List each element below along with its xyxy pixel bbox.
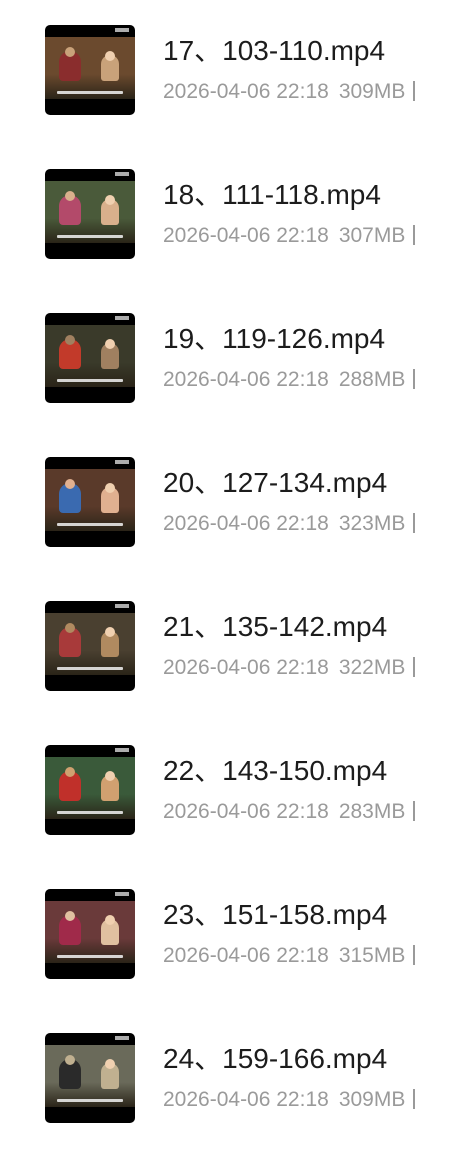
file-date: 2026-04-06 22:18 (163, 944, 329, 967)
thumbnail-subtitle (57, 523, 123, 526)
thumbnail-scene (45, 757, 135, 819)
file-meta: 2026-04-06 22:18 283MB (163, 799, 416, 825)
thumbnail-face (105, 339, 115, 349)
meta-separator (413, 1089, 416, 1109)
file-size: 309MB (338, 1088, 406, 1111)
file-meta: 2026-04-06 22:18 323MB (163, 511, 416, 537)
thumbnail-scene (45, 613, 135, 675)
thumbnail-face (105, 771, 115, 781)
thumbnail-logo (115, 172, 129, 176)
thumbnail-face (105, 51, 115, 61)
video-thumbnail[interactable] (45, 457, 135, 547)
file-date: 2026-04-06 22:18 (163, 656, 329, 679)
meta-separator (413, 81, 416, 101)
file-size: 307MB (338, 224, 406, 247)
file-row[interactable]: 19、119-126.mp4 2026-04-06 22:18 288MB (0, 288, 471, 432)
thumbnail-face (65, 1055, 75, 1065)
meta-separator (413, 945, 416, 965)
file-meta: 2026-04-06 22:18 309MB (163, 1087, 416, 1113)
video-thumbnail[interactable] (45, 313, 135, 403)
file-name[interactable]: 24、159-166.mp4 (163, 1042, 387, 1076)
thumbnail-logo (115, 748, 129, 752)
thumbnail-subtitle (57, 955, 123, 958)
file-meta: 2026-04-06 22:18 307MB (163, 223, 416, 249)
file-row[interactable]: 24、159-166.mp4 2026-04-06 22:18 309MB (0, 1008, 471, 1152)
thumbnail-logo (115, 604, 129, 608)
file-name[interactable]: 23、151-158.mp4 (163, 898, 387, 932)
thumbnail-scene (45, 37, 135, 99)
file-row[interactable]: 20、127-134.mp4 2026-04-06 22:18 323MB (0, 432, 471, 576)
thumbnail-subtitle (57, 235, 123, 238)
file-row[interactable]: 22、143-150.mp4 2026-04-06 22:18 283MB (0, 720, 471, 864)
file-date: 2026-04-06 22:18 (163, 1088, 329, 1111)
thumbnail-subtitle (57, 811, 123, 814)
thumbnail-scene (45, 181, 135, 243)
thumbnail-face (105, 1059, 115, 1069)
thumbnail-face (65, 623, 75, 633)
thumbnail-face (65, 335, 75, 345)
thumbnail-scene (45, 469, 135, 531)
file-name[interactable]: 19、119-126.mp4 (163, 322, 385, 356)
thumbnail-subtitle (57, 379, 123, 382)
thumbnail-scene (45, 1045, 135, 1107)
thumbnail-scene (45, 325, 135, 387)
file-size: 283MB (338, 800, 406, 823)
file-date: 2026-04-06 22:18 (163, 512, 329, 535)
thumbnail-face (65, 479, 75, 489)
file-name[interactable]: 21、135-142.mp4 (163, 610, 387, 644)
thumbnail-face (65, 911, 75, 921)
file-meta: 2026-04-06 22:18 315MB (163, 943, 416, 969)
file-meta: 2026-04-06 22:18 288MB (163, 367, 416, 393)
file-name[interactable]: 22、143-150.mp4 (163, 754, 387, 788)
meta-separator (413, 801, 416, 821)
file-meta: 2026-04-06 22:18 309MB (163, 79, 416, 105)
thumbnail-logo (115, 316, 129, 320)
thumbnail-logo (115, 1036, 129, 1040)
file-size: 288MB (338, 368, 406, 391)
file-size: 323MB (338, 512, 406, 535)
thumbnail-face (105, 627, 115, 637)
file-name[interactable]: 17、103-110.mp4 (163, 34, 385, 68)
file-size: 322MB (338, 656, 406, 679)
thumbnail-face (105, 915, 115, 925)
video-thumbnail[interactable] (45, 169, 135, 259)
file-date: 2026-04-06 22:18 (163, 80, 329, 103)
file-row[interactable]: 21、135-142.mp4 2026-04-06 22:18 322MB (0, 576, 471, 720)
file-row[interactable]: 17、103-110.mp4 2026-04-06 22:18 309MB (0, 0, 471, 144)
thumbnail-logo (115, 28, 129, 32)
thumbnail-face (105, 195, 115, 205)
thumbnail-subtitle (57, 1099, 123, 1102)
file-row[interactable]: 23、151-158.mp4 2026-04-06 22:18 315MB (0, 864, 471, 1008)
file-name[interactable]: 18、111-118.mp4 (163, 178, 381, 212)
thumbnail-logo (115, 892, 129, 896)
file-date: 2026-04-06 22:18 (163, 224, 329, 247)
video-thumbnail[interactable] (45, 889, 135, 979)
video-thumbnail[interactable] (45, 601, 135, 691)
thumbnail-face (65, 47, 75, 57)
file-size: 315MB (338, 944, 406, 967)
meta-separator (413, 657, 416, 677)
thumbnail-subtitle (57, 91, 123, 94)
thumbnail-scene (45, 901, 135, 963)
file-date: 2026-04-06 22:18 (163, 368, 329, 391)
video-thumbnail[interactable] (45, 25, 135, 115)
thumbnail-subtitle (57, 667, 123, 670)
meta-separator (413, 513, 416, 533)
file-size: 309MB (338, 80, 406, 103)
file-list: 17、103-110.mp4 2026-04-06 22:18 309MB 18、… (0, 0, 471, 1125)
file-meta: 2026-04-06 22:18 322MB (163, 655, 416, 681)
thumbnail-face (65, 191, 75, 201)
video-thumbnail[interactable] (45, 1033, 135, 1123)
thumbnail-logo (115, 460, 129, 464)
thumbnail-face (65, 767, 75, 777)
meta-separator (413, 369, 416, 389)
thumbnail-face (105, 483, 115, 493)
meta-separator (413, 225, 416, 245)
file-row[interactable]: 18、111-118.mp4 2026-04-06 22:18 307MB (0, 144, 471, 288)
file-name[interactable]: 20、127-134.mp4 (163, 466, 387, 500)
file-date: 2026-04-06 22:18 (163, 800, 329, 823)
video-thumbnail[interactable] (45, 745, 135, 835)
